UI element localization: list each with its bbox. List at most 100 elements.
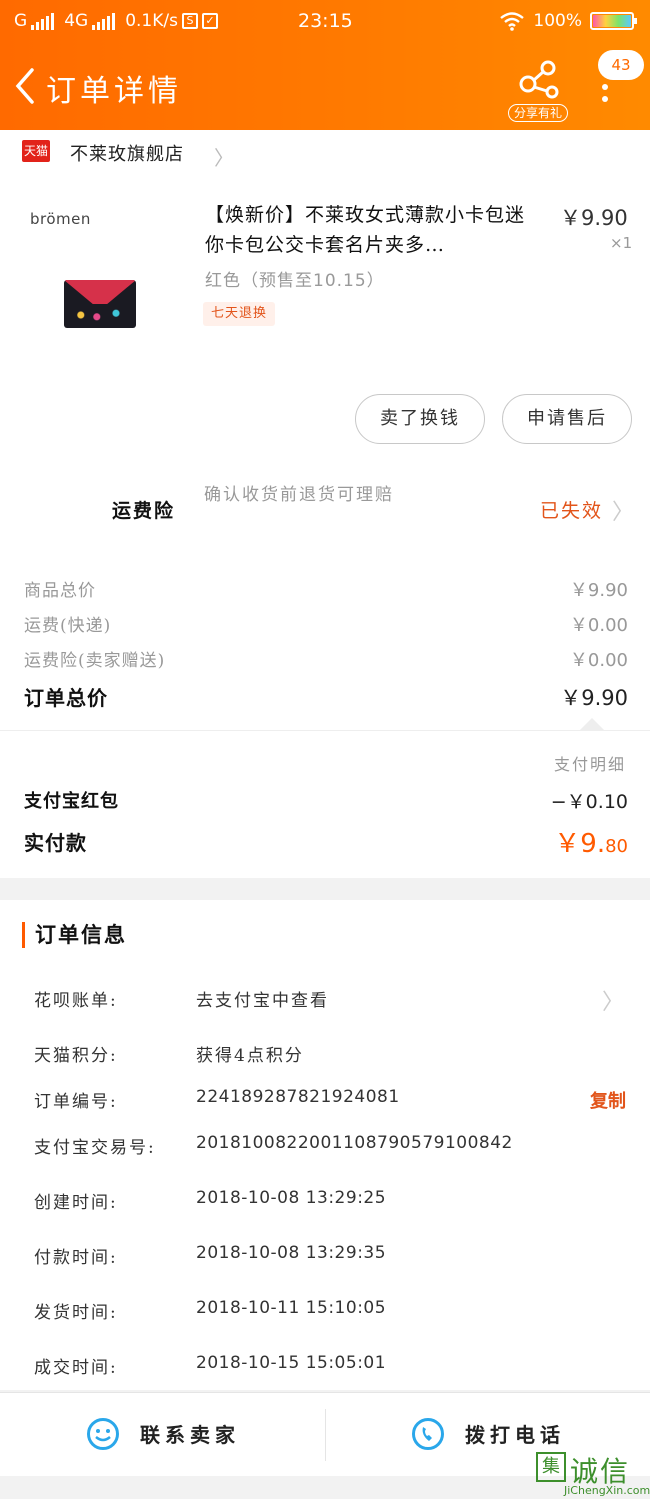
points-row: 天猫积分: 获得4点积分 [34,1041,630,1071]
redpacket-row: 支付宝红包 −￥0.10 [24,787,628,821]
shipped-time-value: 2018-10-11 15:10:05 [196,1298,387,1318]
summary-label: 商品总价 [24,581,96,601]
wifi-icon [500,12,525,31]
share-icon [519,60,559,99]
status-bar: G 4G 0.1K/s S ✓ 23:15 100% [0,0,650,44]
payment-detail: 支付明细 支付宝红包 −￥0.10 实付款 ￥9.80 [0,730,650,878]
aftersale-button[interactable]: 申请售后 [502,394,632,444]
shipped-time-row: 发货时间: 2018-10-11 15:10:05 [34,1298,630,1328]
summary-label: 运费(快递) [24,616,112,636]
insurance-status: 已失效 [540,500,604,522]
huabei-row[interactable]: 花呗账单: 去支付宝中查看 〉 [34,986,630,1016]
return-policy-tag: 七天退换 [203,302,276,326]
expand-indicator-icon [580,718,604,730]
net-speed: 0.1K/s [125,11,178,31]
shipping-insurance-row[interactable]: 运费险 确认收货前退货可理赔 已失效 〉 [0,478,650,548]
brand-logo: brömen [30,210,91,228]
sell-button[interactable]: 卖了换钱 [355,394,485,444]
share-button[interactable]: 分享有礼 [508,60,568,124]
shop-row[interactable]: 天猫 不莱玫旗舰店 〉 [0,130,650,174]
paid-time-value: 2018-10-08 13:29:35 [196,1243,387,1263]
order-total-row: 订单总价 ￥9.90 [24,682,628,716]
phone-icon [412,1418,444,1450]
summary-value: ￥0.00 [569,615,628,636]
points-value: 获得4点积分 [196,1046,304,1066]
order-total-label: 订单总价 [24,686,108,710]
paid-time-label: 付款时间: [34,1248,118,1268]
share-label: 分享有礼 [508,104,568,122]
summary-value: ￥0.00 [569,650,628,671]
created-time-value: 2018-10-08 13:29:25 [196,1188,387,1208]
summary-row: 运费(快递) ￥0.00 [24,611,628,645]
watermark-logo: 集 [536,1452,566,1482]
header: G 4G 0.1K/s S ✓ 23:15 100% 订单详情 分享有礼 43 [0,0,650,130]
done-time-row: 成交时间: 2018-10-15 15:05:01 [34,1353,630,1383]
paid-value: ￥9.80 [554,829,628,859]
watermark-url: JiChengXin.com [564,1484,650,1497]
order-info-section: 订单信息 花呗账单: 去支付宝中查看 〉 天猫积分: 获得4点积分 订单编号: … [0,900,650,1390]
order-number-row: 订单编号: 224189287821924081 复制 [34,1087,630,1117]
summary-label: 运费险(卖家赠送) [24,651,166,671]
created-time-label: 创建时间: [34,1193,118,1213]
alipay-number-value: 2018100822001108790579100842 [196,1133,513,1153]
paid-time-row: 付款时间: 2018-10-08 13:29:35 [34,1243,630,1273]
signal-icon [31,12,55,30]
s-icon: S [181,13,198,29]
redpacket-label: 支付宝红包 [24,791,119,812]
summary-value: ￥9.90 [569,580,628,601]
insurance-desc: 确认收货前退货可理赔 [204,485,394,505]
contact-seller-label: 联系卖家 [140,1423,240,1447]
done-time-value: 2018-10-15 15:05:01 [196,1353,387,1373]
contact-seller-button[interactable]: 联系卖家 [0,1393,325,1477]
back-arrow-icon[interactable] [10,66,40,106]
chat-icon [87,1418,119,1450]
product-title[interactable]: 【焕新价】不莱玫女式薄款小卡包迷你卡包公交卡套名片夹多… [205,200,535,260]
product-quantity: ×1 [610,234,633,252]
points-label: 天猫积分: [34,1046,118,1066]
huabei-label: 花呗账单: [34,991,118,1011]
copy-button[interactable]: 复制 [590,1087,626,1113]
order-number-value: 224189287821924081 [196,1087,400,1107]
insurance-label: 运费险 [112,500,176,522]
paid-row: 实付款 ￥9.80 [24,827,628,861]
tmall-badge: 天猫 [22,140,50,162]
check-icon: ✓ [201,13,218,29]
page-title: 订单详情 [46,74,182,109]
carrier-label: G [14,11,28,31]
created-time-row: 创建时间: 2018-10-08 13:29:25 [34,1188,630,1218]
message-count-badge: 43 [598,50,644,80]
alipay-number-row: 支付宝交易号: 2018100822001108790579100842 [34,1133,630,1163]
clock: 23:15 [298,10,353,32]
nav-bar: 订单详情 分享有礼 43 [0,50,650,126]
paid-label: 实付款 [24,831,87,855]
summary-row: 运费险(卖家赠送) ￥0.00 [24,646,628,680]
status-right: 100% [499,11,637,31]
product-price: ￥9.90 [560,206,628,230]
more-dots-icon [602,84,610,108]
done-time-label: 成交时间: [34,1358,118,1378]
battery-icon [590,12,637,30]
order-info-heading: 订单信息 [22,922,127,948]
order-number-label: 订单编号: [34,1092,118,1112]
alipay-number-label: 支付宝交易号: [34,1138,156,1158]
shipped-time-label: 发货时间: [34,1303,118,1323]
chevron-right-icon: 〉 [601,990,624,1015]
watermark: 集 诚信 JiChengXin.com [530,1448,650,1499]
call-phone-label: 拨打电话 [465,1423,565,1447]
redpacket-value: −￥0.10 [550,791,628,813]
status-left: G 4G 0.1K/s S ✓ [14,11,218,31]
product-sku: 红色（预售至10.15） [205,271,385,291]
more-menu-button[interactable]: 43 [598,50,644,130]
battery-percent: 100% [533,11,582,31]
product-image[interactable]: brömen [22,200,172,340]
chevron-right-icon: 〉 [214,146,234,170]
wallet-picture [64,280,136,328]
summary-row: 商品总价 ￥9.90 [24,576,628,610]
chevron-right-icon: 〉 [612,500,635,525]
order-total-value: ￥9.90 [560,686,628,710]
shop-name: 不莱玫旗舰店 [70,144,184,165]
payment-detail-link[interactable]: 支付明细 [554,751,626,775]
huabei-value: 去支付宝中查看 [196,991,329,1011]
signal-icon [92,12,116,30]
network-label: 4G [64,11,89,31]
